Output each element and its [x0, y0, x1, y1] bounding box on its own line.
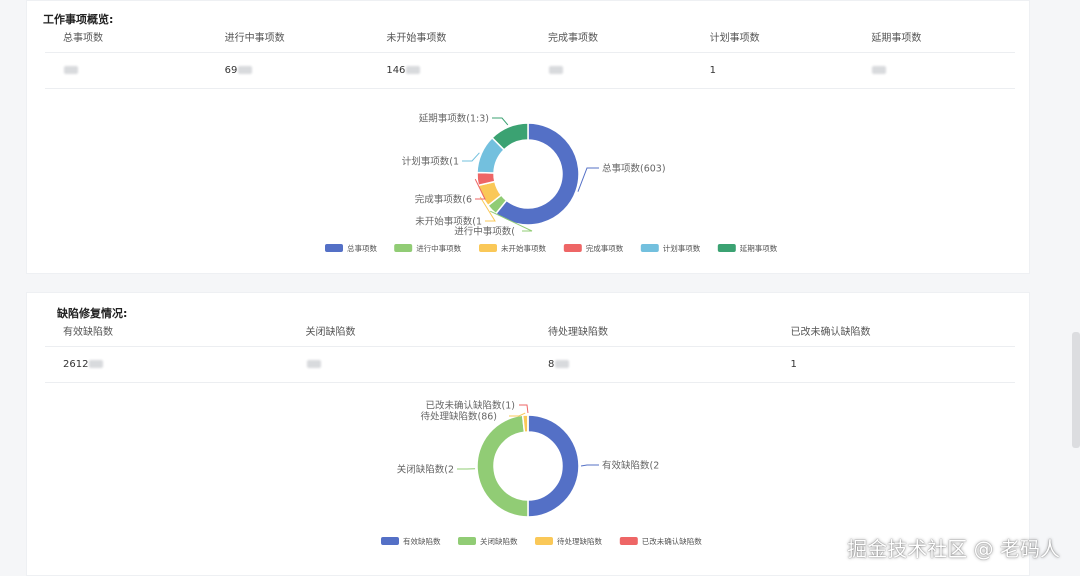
legend-item[interactable]: 延期事项数 — [717, 243, 778, 253]
redacted-mark — [306, 360, 321, 368]
table-header: 关闭缺陷数 — [287, 319, 530, 347]
slice-label: 未开始事项数(1 — [415, 216, 482, 228]
slice-label: 完成事项数(6 — [415, 194, 472, 206]
legend-swatch — [381, 537, 399, 545]
legend-swatch — [640, 244, 659, 252]
table-header: 已改未确认缺陷数 — [772, 319, 1015, 347]
slice-label: 待处理缺陷数(86) — [420, 411, 497, 423]
table-header: 未开始事项数 — [368, 25, 530, 53]
legend-swatch — [619, 537, 638, 545]
table-header: 有效缺陷数 — [45, 319, 288, 347]
slice-label: 有效缺陷数(2 — [602, 460, 659, 472]
label-line — [492, 117, 509, 126]
legend-label: 已改未确认缺陷数 — [642, 536, 702, 546]
table-header: 计划事项数 — [691, 25, 854, 53]
redacted-mark — [555, 360, 570, 368]
redacted-mark — [406, 66, 421, 74]
legend-item[interactable]: 有效缺陷数 — [381, 536, 441, 546]
legend-label: 延期事项数 — [740, 243, 778, 253]
work-overview-card: 工作事项概览: 总事项数 进行中事项数 未开始事项数 完成事项数 计划事项数 延期事项数 6… — [26, 0, 1030, 274]
table-header: 完成事项数 — [530, 25, 692, 53]
label-line — [580, 464, 599, 467]
table-cell — [530, 53, 692, 89]
legend-label: 进行中事项数 — [416, 243, 461, 253]
table-cell: 8 — [530, 347, 773, 383]
legend-item[interactable]: 进行中事项数 — [394, 243, 462, 253]
legend-label: 完成事项数 — [586, 243, 624, 253]
slice-label: 总事项数(603) — [602, 163, 666, 175]
table-header: 进行中事项数 — [206, 25, 369, 53]
legend-label: 待处理缺陷数 — [557, 536, 602, 546]
legend-swatch — [325, 244, 343, 252]
table-cell: 69 — [206, 53, 369, 89]
table-header: 待处理缺陷数 — [530, 319, 773, 347]
legend-label: 关闭缺陷数 — [480, 536, 518, 546]
legend-item[interactable]: 已改未确认缺陷数 — [619, 536, 702, 546]
legend-item[interactable]: 未开始事项数 — [479, 243, 546, 253]
legend-item[interactable]: 待处理缺陷数 — [535, 536, 602, 546]
legend-label: 有效缺陷数 — [403, 536, 441, 546]
legend-label: 未开始事项数 — [501, 243, 546, 253]
legend-swatch — [535, 537, 553, 545]
legend-swatch — [458, 537, 476, 545]
legend-item[interactable]: 完成事项数 — [563, 243, 624, 253]
legend-swatch — [717, 244, 736, 252]
table-cell: 2612 — [45, 347, 288, 383]
donut-slice[interactable] — [476, 414, 529, 518]
label-line — [462, 152, 480, 162]
work-overview-donut-chart: 总事项数(603) 进行中事项数(未开始事项数(1 完成事项数(6 计划事项数(1 延期… — [27, 97, 1031, 272]
table-cell — [287, 347, 530, 383]
legend-swatch — [479, 244, 497, 252]
legend-item[interactable]: 计划事项数 — [640, 243, 701, 253]
slice-label: 已改未确认缺陷数(1) — [426, 400, 515, 412]
table-cell: 146 — [368, 53, 530, 89]
label-line — [519, 404, 529, 414]
redacted-mark — [549, 66, 563, 74]
legend-label: 总事项数 — [347, 243, 377, 253]
scrollbar[interactable] — [1072, 332, 1080, 448]
donut-slice[interactable] — [521, 414, 529, 434]
table-cell — [853, 53, 1015, 89]
watermark: 掘金技术社区 @ 老码人 — [847, 537, 1060, 561]
legend-item[interactable]: 关闭缺陷数 — [458, 536, 518, 546]
table-header: 延期事项数 — [853, 25, 1015, 53]
table-cell — [45, 53, 207, 89]
slice-label: 计划事项数(1 — [402, 156, 459, 168]
defect-repair-table: 有效缺陷数 关闭缺陷数 待处理缺陷数 已改未确认缺陷数 2612 8 1 — [45, 319, 1015, 383]
slice-label: 延期事项数(1:3) — [419, 113, 489, 125]
redacted-mark — [64, 66, 78, 74]
donut-slice[interactable] — [527, 414, 580, 518]
table-header: 总事项数 — [45, 25, 207, 53]
slice-label: 关闭缺陷数(2 — [397, 464, 454, 476]
redacted-mark — [238, 66, 253, 74]
table-cell: 1 — [691, 53, 854, 89]
legend-item[interactable]: 总事项数 — [325, 243, 377, 253]
redacted-mark — [89, 360, 104, 368]
work-overview-table: 总事项数 进行中事项数 未开始事项数 完成事项数 计划事项数 延期事项数 69 146 1 — [45, 25, 1015, 89]
redacted-mark — [872, 66, 887, 74]
label-line — [577, 167, 599, 192]
legend-label: 计划事项数 — [663, 243, 701, 253]
table-cell: 1 — [772, 347, 1015, 383]
legend-swatch — [563, 244, 582, 252]
legend-swatch — [394, 244, 413, 252]
